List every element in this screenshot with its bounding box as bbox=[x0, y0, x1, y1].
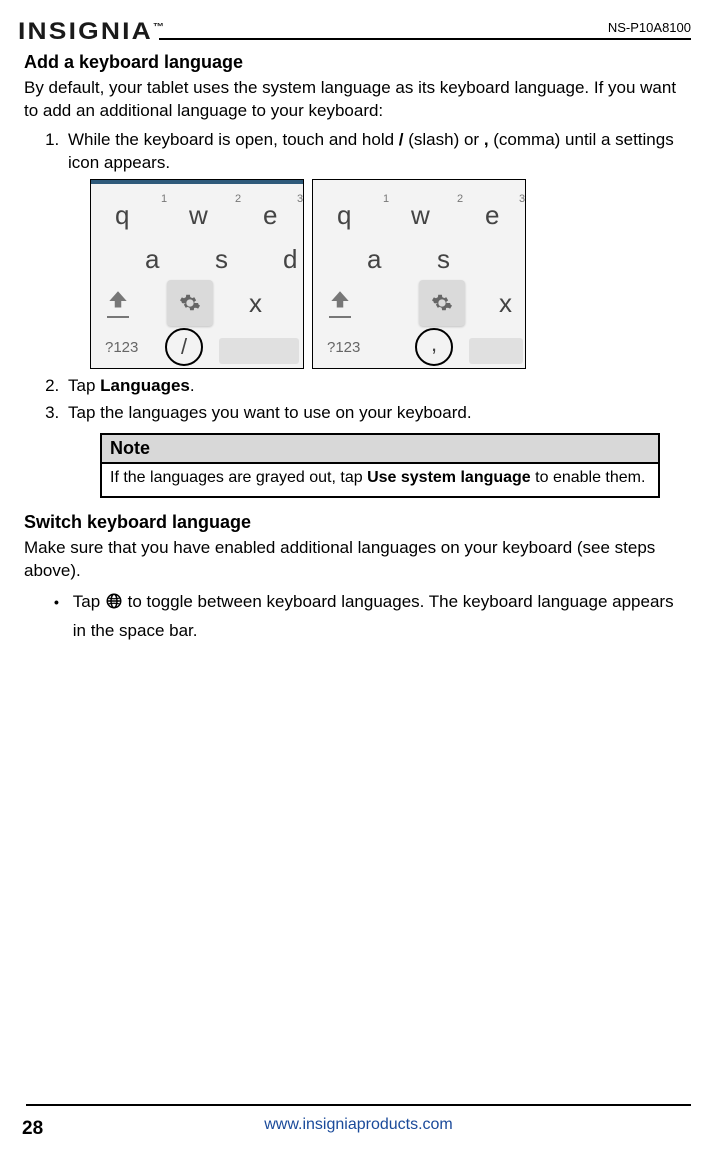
step-2: Tap Languages. bbox=[64, 375, 685, 398]
step-3: Tap the languages you want to use on you… bbox=[64, 402, 685, 425]
section-title-switch-language: Switch keyboard language bbox=[24, 512, 685, 533]
keyboard-slash-image: q 1 w 2 e 3 a s d bbox=[90, 179, 304, 369]
globe-icon bbox=[105, 592, 123, 618]
settings-gear-icon bbox=[419, 280, 465, 326]
keyboard-screenshots: q 1 w 2 e 3 a s d bbox=[90, 179, 685, 369]
slash-key-highlight: / bbox=[165, 328, 203, 366]
page-number: 28 bbox=[22, 1118, 43, 1140]
shift-key-icon bbox=[327, 288, 357, 318]
bullet-switch-language: • Tap to toggle between keyboard languag… bbox=[54, 589, 685, 643]
page-footer: www.insigniaproducts.com 28 bbox=[0, 1104, 717, 1134]
note-body: If the languages are grayed out, tap Use… bbox=[102, 464, 658, 497]
footer-url: www.insigniaproducts.com bbox=[264, 1116, 453, 1133]
note-heading: Note bbox=[102, 435, 658, 464]
shift-key-icon bbox=[105, 288, 135, 318]
section-title-add-language: Add a keyboard language bbox=[24, 52, 685, 73]
page-header: INSIGNIA™ NS-P10A8100 bbox=[18, 18, 691, 46]
settings-gear-icon bbox=[167, 280, 213, 326]
keyboard-comma-image: q 1 w 2 e 3 a s bbox=[312, 179, 526, 369]
section1-intro: By default, your tablet uses the system … bbox=[24, 77, 685, 123]
step-1: While the keyboard is open, touch and ho… bbox=[64, 129, 685, 369]
note-box: Note If the languages are grayed out, ta… bbox=[100, 433, 660, 499]
model-number: NS-P10A8100 bbox=[159, 20, 691, 35]
section2-intro: Make sure that you have enabled addition… bbox=[24, 537, 685, 583]
brand-logo: INSIGNIA™ bbox=[18, 18, 173, 46]
comma-key-highlight: , bbox=[415, 328, 453, 366]
